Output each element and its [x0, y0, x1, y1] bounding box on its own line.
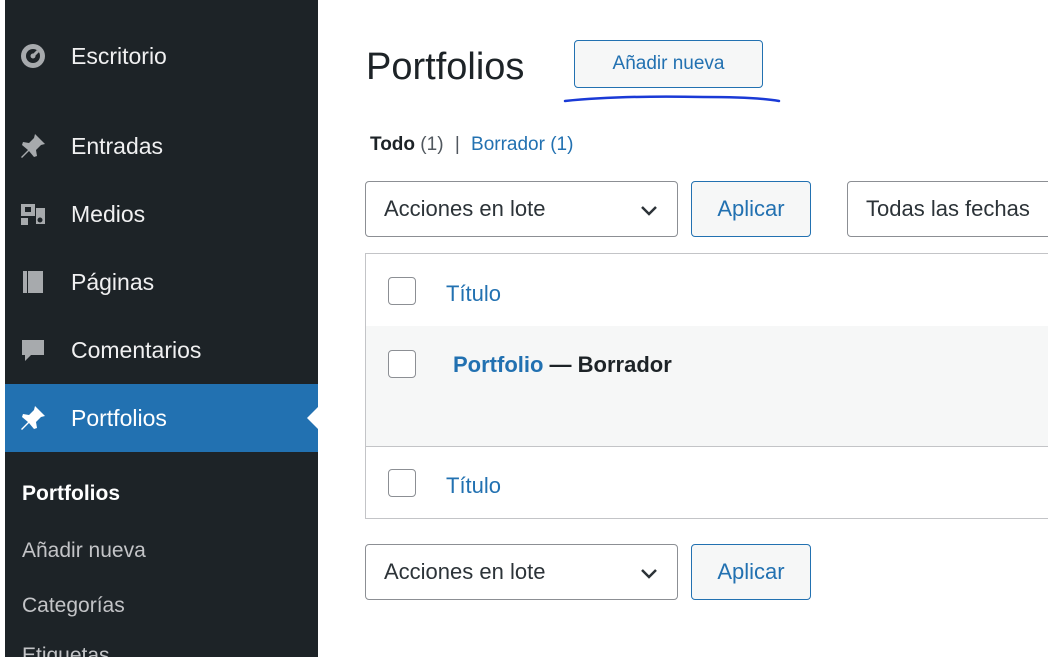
- chevron-down-icon: [641, 206, 657, 216]
- post-state: — Borrador: [543, 352, 672, 377]
- sidebar-item-portfolios[interactable]: Portfolios: [5, 384, 318, 452]
- pen-underline-mark: [563, 95, 781, 103]
- pin-icon: [19, 404, 47, 432]
- submenu-item-anadir-nueva[interactable]: Añadir nueva: [22, 539, 146, 563]
- sidebar-item-medios[interactable]: Medios: [5, 185, 318, 243]
- select-all-checkbox-footer[interactable]: [388, 469, 416, 497]
- post-title-cell: Portfolio — Borrador: [453, 352, 672, 378]
- select-all-checkbox[interactable]: [388, 277, 416, 305]
- filter-all[interactable]: Todo: [370, 134, 415, 155]
- sidebar-item-escritorio[interactable]: Escritorio: [5, 27, 318, 85]
- submenu-item-categorias[interactable]: Categorías: [22, 594, 125, 618]
- table-row: Portfolio — Borrador: [366, 326, 1048, 447]
- dates-filter-value: Todas las fechas: [866, 196, 1030, 221]
- sidebar-item-label: Comentarios: [71, 336, 202, 363]
- status-filters: Todo (1) | Borrador (1): [370, 134, 573, 156]
- filter-draft[interactable]: Borrador (1): [471, 134, 573, 155]
- bulk-actions-value: Acciones en lote: [384, 559, 546, 584]
- table-header-row: Título: [366, 254, 1048, 327]
- media-icon: [19, 200, 47, 228]
- sidebar-item-label: Páginas: [71, 268, 155, 295]
- filter-all-count: (1): [420, 134, 444, 155]
- submenu-item-etiquetas[interactable]: Etiquetas: [22, 644, 110, 657]
- sidebar-item-comentarios[interactable]: Comentarios: [5, 321, 318, 379]
- sidebar-item-label: Portfolios: [71, 404, 167, 431]
- pages-icon: [19, 268, 47, 296]
- column-header-title[interactable]: Título: [446, 281, 501, 307]
- chevron-down-icon: [641, 569, 657, 579]
- comments-icon: [19, 336, 47, 364]
- column-footer-title[interactable]: Título: [446, 473, 501, 499]
- bulk-actions-select-bottom[interactable]: Acciones en lote: [365, 544, 678, 600]
- sidebar-item-label: Entradas: [71, 132, 164, 159]
- apply-button-bottom[interactable]: Aplicar: [691, 544, 811, 600]
- row-checkbox[interactable]: [388, 350, 416, 378]
- post-title-link[interactable]: Portfolio: [453, 352, 543, 377]
- page-title: Portfolios: [366, 46, 525, 88]
- submenu-item-portfolios[interactable]: Portfolios: [22, 482, 120, 506]
- filter-separator: |: [454, 134, 460, 155]
- main-content: Portfolios Añadir nueva Todo (1) | Borra…: [318, 0, 1048, 657]
- admin-sidebar: Escritorio Entradas Medios Páginas Comen…: [5, 0, 318, 657]
- sidebar-item-entradas[interactable]: Entradas: [5, 117, 318, 175]
- sidebar-item-paginas[interactable]: Páginas: [5, 253, 318, 311]
- sidebar-item-label: Escritorio: [71, 42, 167, 69]
- add-new-button[interactable]: Añadir nueva: [574, 40, 763, 88]
- table-footer-row: Título: [366, 447, 1048, 519]
- bulk-actions-value: Acciones en lote: [384, 196, 546, 221]
- pin-icon: [19, 132, 47, 160]
- sidebar-item-label: Medios: [71, 200, 146, 227]
- dates-filter-select[interactable]: Todas las fechas: [847, 181, 1048, 237]
- apply-button[interactable]: Aplicar: [691, 181, 811, 237]
- bulk-actions-select[interactable]: Acciones en lote: [365, 181, 678, 237]
- posts-table: Título Portfolio — Borrador Título: [365, 253, 1048, 519]
- dashboard-icon: [19, 42, 47, 70]
